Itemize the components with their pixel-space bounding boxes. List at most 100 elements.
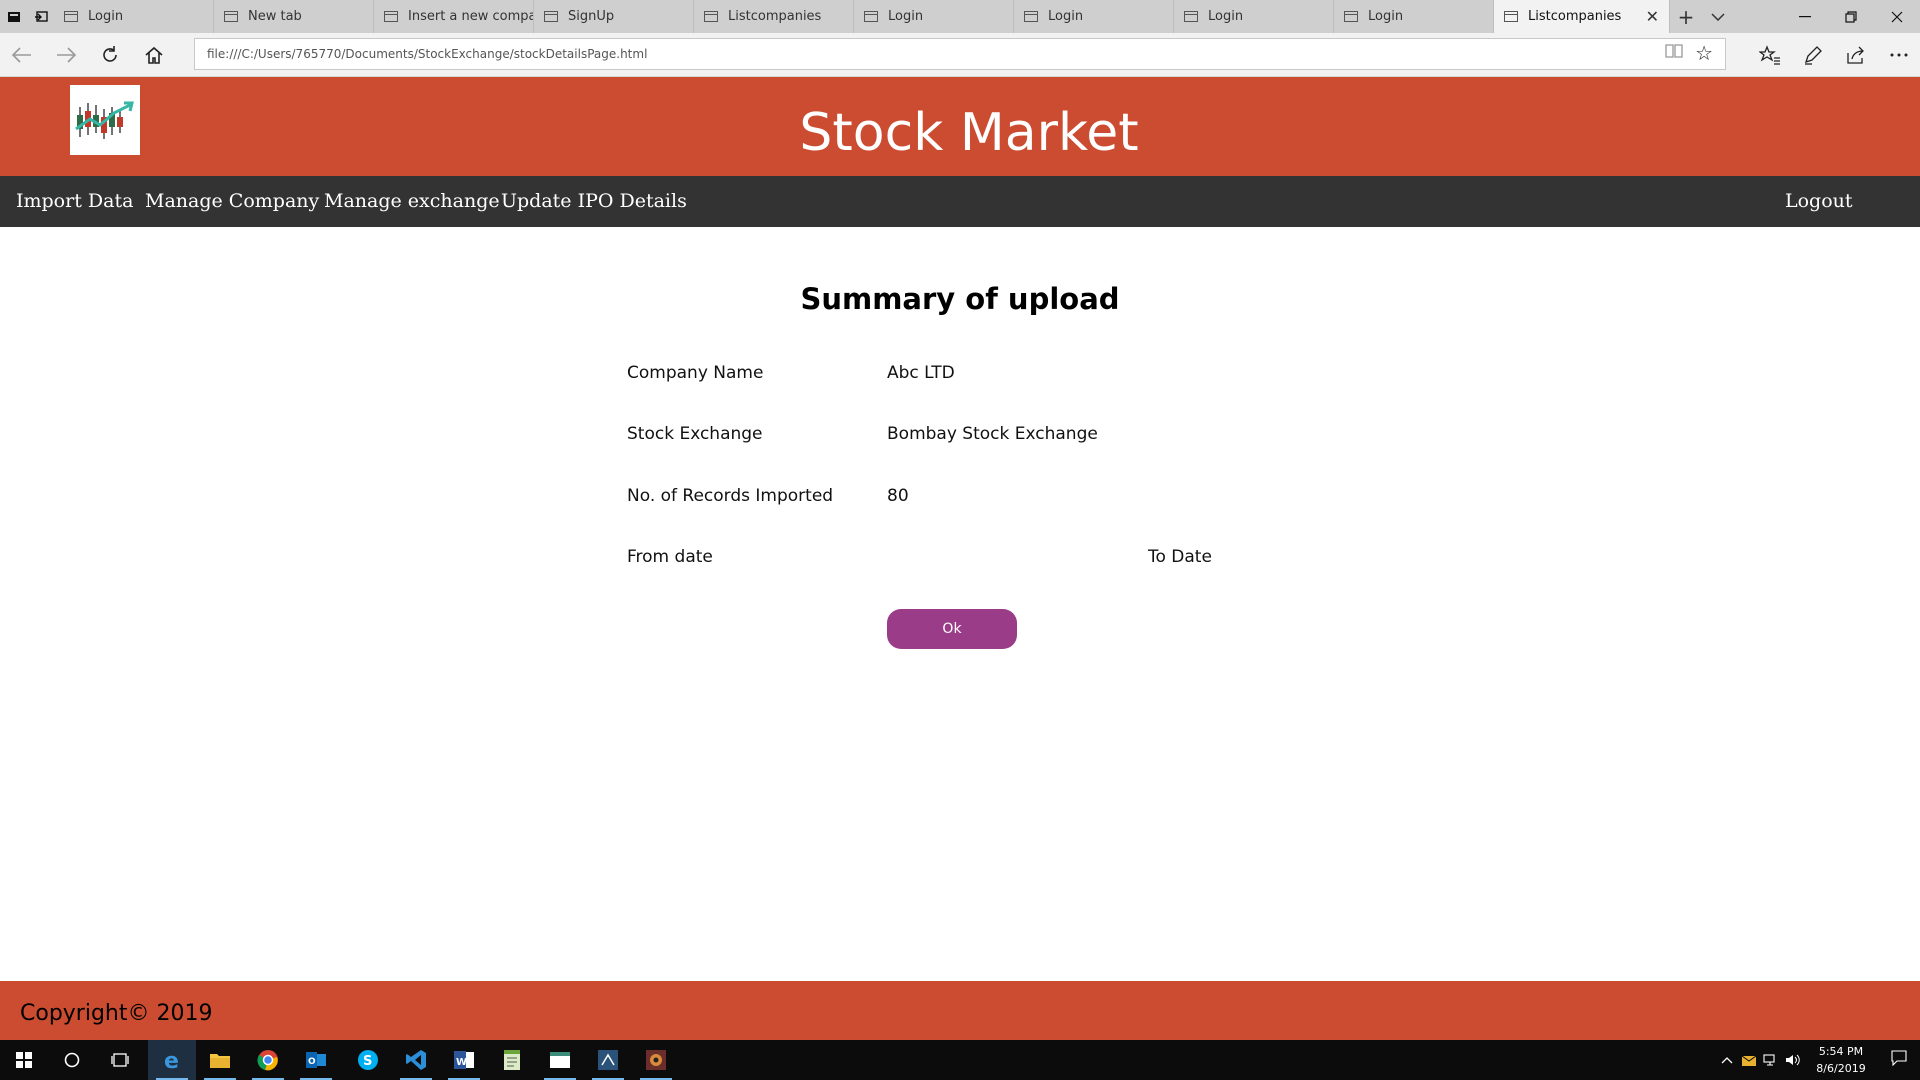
web-note-pen-icon[interactable] — [1791, 39, 1834, 71]
nav-import-data[interactable]: Import Data — [16, 176, 133, 227]
clock-date: 8/6/2019 — [1816, 1062, 1866, 1075]
svg-text:O: O — [308, 1057, 316, 1067]
favorites-hub-icon[interactable] — [1748, 39, 1791, 71]
page-icon — [64, 11, 78, 22]
browser-toolbar — [1748, 39, 1920, 71]
chrome-icon[interactable] — [244, 1040, 292, 1080]
tab-label: New tab — [248, 9, 302, 24]
page-icon — [544, 11, 558, 22]
reading-view-icon[interactable] — [1665, 39, 1683, 69]
ok-button[interactable]: Ok — [887, 609, 1017, 649]
url-text: file:///C:/Users/765770/Documents/StockE… — [207, 47, 648, 61]
mail-icon[interactable] — [1738, 1051, 1760, 1070]
forward-arrow-icon[interactable] — [52, 41, 80, 69]
newtab-icon — [224, 11, 238, 22]
window-controls — [1782, 0, 1920, 33]
game-icon[interactable] — [632, 1040, 680, 1080]
restore-icon[interactable] — [1828, 0, 1874, 33]
app-icon[interactable] — [536, 1040, 584, 1080]
sql-icon[interactable] — [584, 1040, 632, 1080]
tab-set-aside-icon[interactable] — [0, 0, 27, 33]
system-tray: 5:54 PM 8/6/2019 — [1716, 1040, 1920, 1080]
nav-logout[interactable]: Logout — [1785, 176, 1853, 227]
page-icon — [1184, 11, 1198, 22]
action-center-icon[interactable] — [1878, 1050, 1920, 1070]
nav-manage-exchange[interactable]: Manage exchange — [324, 176, 500, 227]
browser-tab[interactable]: Insert a new compan — [374, 0, 534, 33]
stock-exchange-value: Bombay Stock Exchange — [887, 424, 1098, 444]
page-icon — [704, 11, 718, 22]
task-view-icon[interactable] — [96, 1040, 144, 1080]
browser-tab[interactable]: Login — [1174, 0, 1334, 33]
refresh-icon[interactable] — [96, 41, 124, 69]
tab-label: Insert a new compan — [408, 9, 534, 24]
browser-tab[interactable]: SignUp — [534, 0, 694, 33]
copyright-text: Copyright© 2019 — [20, 1001, 213, 1026]
site-header: Stock Market — [0, 77, 1920, 176]
taskbar-clock[interactable]: 5:54 PM 8/6/2019 — [1804, 1043, 1878, 1077]
company-name-label: Company Name — [627, 363, 764, 383]
edge-icon[interactable]: e — [148, 1040, 196, 1080]
records-imported-label: No. of Records Imported — [627, 486, 834, 506]
outlook-icon[interactable]: O — [292, 1040, 340, 1080]
word-icon[interactable]: W — [440, 1040, 488, 1080]
minimize-icon[interactable] — [1782, 0, 1828, 33]
page-icon — [1024, 11, 1038, 22]
tab-label: SignUp — [568, 9, 615, 24]
share-icon[interactable] — [1834, 39, 1877, 71]
company-name-value: Abc LTD — [887, 363, 955, 383]
page-icon — [384, 11, 398, 22]
tab-preview-icon[interactable] — [27, 0, 54, 33]
close-tab-icon[interactable]: ✕ — [1646, 7, 1659, 26]
svg-text:e: e — [164, 1049, 179, 1071]
browser-tab[interactable]: Login — [854, 0, 1014, 33]
file-explorer-icon[interactable] — [196, 1040, 244, 1080]
svg-text:S: S — [363, 1054, 372, 1069]
page-icon — [864, 11, 878, 22]
new-tab-plus-icon[interactable]: + — [1670, 0, 1702, 33]
tab-label: Listcompanies — [728, 9, 822, 24]
svg-text:W: W — [456, 1057, 467, 1068]
tab-label: Listcompanies — [1528, 9, 1622, 24]
browser-tab[interactable]: Listcompanies — [694, 0, 854, 33]
tab-label: Login — [88, 9, 124, 24]
chevron-up-icon[interactable] — [1716, 1053, 1738, 1067]
chevron-down-icon[interactable] — [1702, 0, 1734, 33]
records-imported-value: 80 — [887, 486, 909, 506]
browser-tab[interactable]: New tab — [214, 0, 374, 33]
to-date-label: To Date — [1148, 547, 1212, 567]
browser-tab-strip: Login New tab Insert a new compan SignUp… — [0, 0, 1920, 33]
page-icon — [1344, 11, 1358, 22]
nav-update-ipo-details[interactable]: Update IPO Details — [501, 176, 687, 227]
back-arrow-icon[interactable] — [8, 41, 36, 69]
nav-manage-company[interactable]: Manage Company — [145, 176, 319, 227]
windows-taskbar: e O S W 5:54 PM 8/6/2019 — [0, 1040, 1920, 1080]
page-icon — [1504, 11, 1518, 22]
tab-label: Login — [1368, 9, 1404, 24]
more-options-icon[interactable] — [1877, 39, 1920, 71]
url-input[interactable]: file:///C:/Users/765770/Documents/StockE… — [194, 38, 1726, 70]
browser-tab[interactable]: Login — [54, 0, 214, 33]
volume-icon[interactable] — [1782, 1051, 1804, 1070]
browser-tab-active[interactable]: Listcompanies ✕ — [1494, 0, 1670, 33]
browser-tab[interactable]: Login — [1334, 0, 1494, 33]
from-date-label: From date — [627, 547, 713, 567]
tab-label: Login — [888, 9, 924, 24]
notepad-icon[interactable] — [488, 1040, 536, 1080]
main-nav: Import Data Manage Company Manage exchan… — [0, 176, 1920, 227]
tab-label: Login — [1048, 9, 1084, 24]
skype-icon[interactable]: S — [344, 1040, 392, 1080]
stock-exchange-label: Stock Exchange — [627, 424, 763, 444]
site-title: Stock Market — [799, 103, 1139, 163]
site-footer: Copyright© 2019 — [0, 981, 1920, 1040]
network-icon[interactable] — [1760, 1051, 1782, 1070]
page-title: Summary of upload — [800, 282, 1120, 316]
home-icon[interactable] — [140, 41, 168, 69]
close-window-icon[interactable] — [1874, 0, 1920, 33]
start-icon[interactable] — [0, 1040, 48, 1080]
cortana-icon[interactable] — [48, 1040, 96, 1080]
vscode-icon[interactable] — [392, 1040, 440, 1080]
favorite-star-icon[interactable]: ☆ — [1695, 38, 1713, 68]
address-bar: file:///C:/Users/765770/Documents/StockE… — [0, 33, 1920, 77]
browser-tab[interactable]: Login — [1014, 0, 1174, 33]
